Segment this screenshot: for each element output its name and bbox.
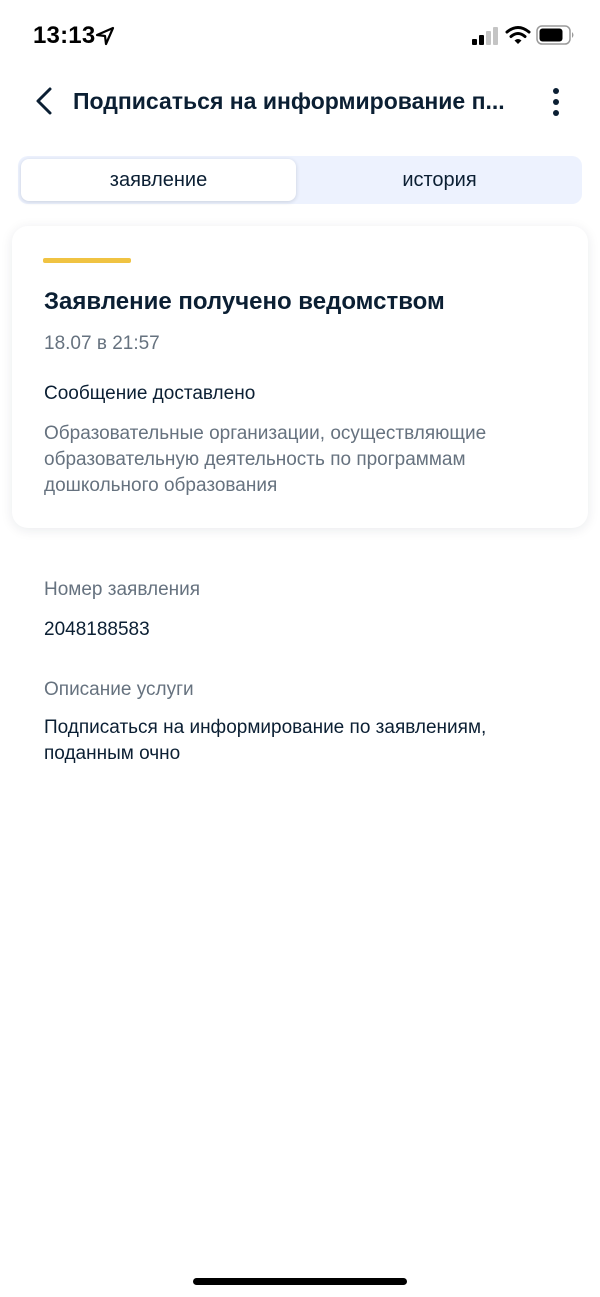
application-number-value: 2048188583 [44,619,150,640]
battery-icon [536,25,574,45]
status-accent-bar [43,258,131,263]
application-number-label: Номер заявления [44,579,201,600]
chevron-left-icon [36,87,52,115]
tab-application[interactable]: заявление [21,159,296,201]
message-text: Образовательные организации, осуществляю… [44,423,487,496]
back-button[interactable] [30,84,60,118]
status-card: Заявление получено ведомством 18.07 в 21… [12,226,588,528]
segmented-tabs: заявление история [18,156,582,204]
cellular-signal-icon [472,27,498,45]
service-description-value: Подписаться на информирование по заявлен… [44,717,487,764]
service-description-label: Описание услуги [44,679,194,700]
message-title: Сообщение доставлено [44,383,256,404]
status-time: 13:13 [33,22,96,49]
vertical-dots-icon [553,88,559,116]
status-bar: 13:13 [0,0,600,72]
app-header: Подписаться на информирование п... [0,72,600,132]
screen: 13:13 Подписаться на информирование п...… [0,0,600,1297]
status-title: Заявление получено ведомством [44,288,445,315]
more-options-button[interactable] [544,84,568,120]
wifi-icon [505,26,531,44]
tab-history[interactable]: история [300,159,579,201]
location-arrow-icon [95,26,115,46]
page-title: Подписаться на информирование п... [73,88,505,114]
home-indicator [193,1278,407,1285]
status-date: 18.07 в 21:57 [44,333,160,354]
